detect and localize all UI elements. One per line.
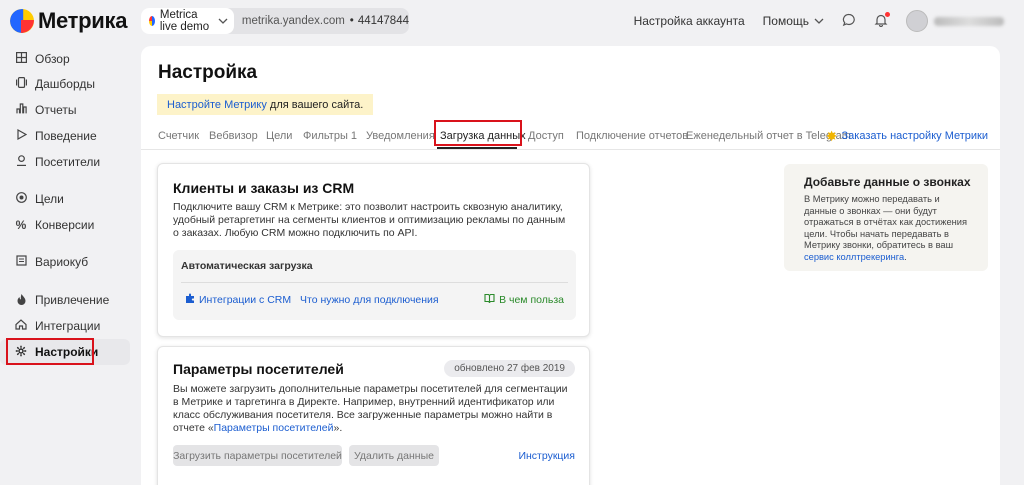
setup-notice: Настройте Метрику для вашего сайта. (157, 94, 374, 115)
tabs-divider (141, 149, 1000, 150)
chevron-down-icon (218, 16, 228, 26)
visitor-params-card: Параметры посетителей обновлено 27 фев 2… (157, 346, 590, 485)
account-settings-link[interactable]: Настройка аккаунта (634, 14, 745, 28)
book-icon (484, 293, 495, 306)
benefit-label: В чем польза (499, 293, 564, 306)
grid-icon (14, 52, 28, 66)
separator-dot: • (349, 15, 354, 27)
sidebar-item-label: Дашборды (35, 77, 95, 91)
user-menu[interactable] (906, 10, 1004, 32)
tab-filters[interactable]: Фильтры 1 (303, 123, 357, 149)
counter-url: metrika.yandex.com (241, 15, 345, 27)
visitor-params-text: Вы можете загрузить дополнительные парам… (173, 383, 568, 435)
instruction-link[interactable]: Инструкция (518, 450, 575, 462)
sidebar-item-label: Отчеты (35, 103, 77, 117)
calls-card-text-end: . (904, 251, 907, 262)
settings-highlight-box (6, 338, 94, 365)
requirements-link[interactable]: Что нужно для подключения (300, 294, 439, 306)
notification-dot (885, 11, 890, 17)
metrika-logo[interactable]: Метрика (10, 8, 127, 34)
counter-icon (149, 16, 155, 26)
sidebar-item-behavior[interactable]: Поведение (0, 123, 130, 149)
counter-name: Metrica live demo (159, 9, 210, 33)
sparkle-icon: ✸ (825, 127, 838, 144)
metrika-logo-icon (10, 9, 34, 33)
sidebar-item-integrations[interactable]: Интеграции (0, 313, 130, 339)
header-actions: Настройка аккаунта Помощь (634, 8, 1004, 34)
target-icon (14, 192, 28, 206)
reports-icon (14, 103, 28, 117)
sidebar-item-visitors[interactable]: Посетители (0, 149, 130, 175)
calls-card-text-body: В Метрику можно передавать и данные о зв… (804, 194, 967, 250)
sidebar-item-label: Конверсии (35, 218, 95, 232)
tab-counter[interactable]: Счетчик (158, 123, 199, 149)
calls-card-title: Добавьте данные о звонках (804, 175, 971, 189)
person-icon (14, 155, 28, 169)
crm-integrations-link[interactable]: Интеграции с CRM (185, 293, 291, 307)
order-setup-link[interactable]: ✸ Заказать настройку Метрики (826, 123, 988, 149)
sidebar-item-label: Поведение (35, 129, 97, 143)
sidebar-item-label: Интеграции (35, 319, 101, 333)
visitor-params-report-link[interactable]: Параметры посетителей (214, 422, 334, 434)
integration-icon (14, 319, 28, 333)
calltracking-service-link[interactable]: сервис коллтрекеринга (804, 252, 904, 262)
sidebar-item-label: Обзор (35, 52, 70, 66)
puzzle-icon (185, 293, 196, 307)
benefit-link[interactable]: В чем польза (484, 293, 564, 306)
play-icon (14, 128, 28, 143)
sidebar-item-variocube[interactable]: Вариокуб (0, 249, 130, 275)
sidebar-item-dashboards[interactable]: Дашборды (0, 71, 130, 97)
data-upload-highlight-box (434, 120, 522, 146)
main-panel: Настройка Настройте Метрику для вашего с… (141, 46, 1000, 485)
notice-text: для вашего сайта. (266, 98, 364, 111)
tab-goals[interactable]: Цели (266, 123, 292, 149)
avatar (906, 10, 928, 32)
calls-card-text: В Метрику можно передавать и данные о зв… (804, 194, 974, 263)
user-name-blurred (934, 16, 1004, 26)
tab-webvisor[interactable]: Вебвизор (209, 123, 258, 149)
auto-load-title: Автоматическая загрузка (181, 260, 313, 272)
visitor-params-text-post: ». (333, 422, 343, 434)
tab-report-connection[interactable]: Подключение отчетов (576, 123, 688, 149)
sidebar-item-acquisition[interactable]: Привлечение (0, 287, 130, 313)
help-menu[interactable]: Помощь (763, 14, 824, 28)
setup-metrika-link[interactable]: Настройте Метрику (167, 99, 267, 111)
sidebar-item-reports[interactable]: Отчеты (0, 97, 130, 123)
flame-icon (14, 293, 28, 308)
updated-badge: обновлено 27 фев 2019 (444, 360, 575, 377)
auto-load-divider (181, 282, 568, 283)
sidebar-item-goals[interactable]: Цели (0, 186, 130, 212)
crm-card-text: Подключите вашу CRM к Метрике: это позво… (173, 201, 566, 239)
sidebar-item-overview[interactable]: Обзор (0, 46, 130, 72)
page-title: Настройка (158, 62, 258, 83)
percent-icon: % (15, 218, 27, 232)
sidebar-item-conversions[interactable]: % Конверсии (0, 212, 130, 238)
delete-data-button[interactable]: Удалить данные (349, 445, 439, 466)
order-setup-label: Заказать настройку Метрики (841, 130, 988, 142)
crm-card-title: Клиенты и заказы из CRM (173, 180, 355, 196)
chat-icon[interactable] (842, 13, 856, 30)
bell-icon[interactable] (874, 11, 890, 30)
counter-bar: Metrica live demo metrika.yandex.com • 4… (141, 8, 409, 34)
dashboard-icon (14, 77, 28, 91)
crm-card: Клиенты и заказы из CRM Подключите вашу … (157, 163, 590, 337)
help-label: Помощь (762, 14, 809, 28)
sidebar-item-label: Вариокуб (35, 255, 89, 269)
counter-id: 44147844 (357, 15, 409, 27)
counter-selector[interactable]: Metrica live demo (141, 8, 234, 34)
visitor-params-title: Параметры посетителей (173, 361, 344, 377)
sidebar-item-label: Привлечение (35, 293, 110, 307)
upload-params-button[interactable]: Загрузить параметры посетителей (173, 445, 342, 466)
chevron-down-icon (814, 18, 824, 24)
auto-load-panel: Автоматическая загрузка Интеграции с CRM… (173, 250, 576, 320)
sidebar-item-label: Цели (35, 192, 64, 206)
tab-access[interactable]: Доступ (528, 123, 564, 149)
logo-text: Метрика (38, 8, 128, 33)
sidebar-item-label: Посетители (35, 155, 101, 169)
cube-icon (14, 255, 28, 269)
calls-card: Добавьте данные о звонках В Метрику можн… (784, 164, 988, 271)
crm-integrations-label: Интеграции с CRM (199, 294, 292, 306)
tab-notifications[interactable]: Уведомления (366, 123, 435, 149)
